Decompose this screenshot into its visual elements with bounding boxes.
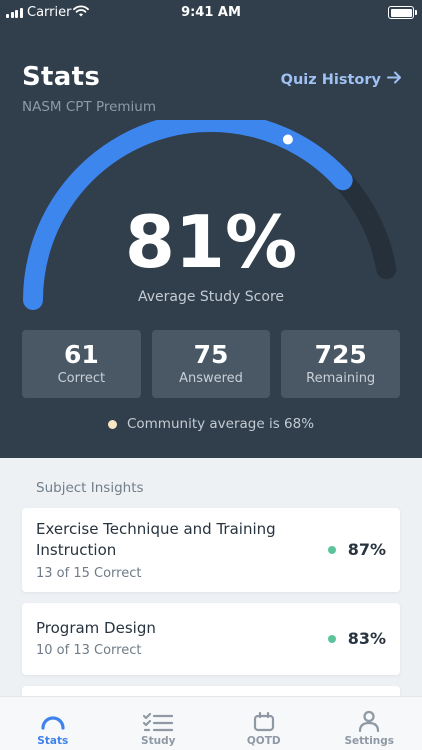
clock-time: 9:41 AM: [181, 5, 241, 20]
page-title: Stats: [22, 62, 101, 92]
arrow-right-icon: [387, 71, 402, 88]
subject-name: Program Design: [36, 619, 156, 637]
community-dot-icon: [107, 420, 117, 429]
stats-arc-icon: [0, 706, 106, 732]
community-average-marker: [282, 134, 293, 145]
stat-correct: 61 Correct: [22, 330, 141, 398]
subject-percent: 83%: [347, 629, 386, 648]
quiz-history-label: Quiz History: [280, 71, 381, 88]
stat-remaining: 725 Remaining: [281, 330, 401, 398]
subject-insight-card[interactable]: Exercise Technique and Training Instruct…: [22, 508, 400, 592]
subject-name-line: Exercise Technique and Training: [36, 520, 276, 538]
average-score-label: Average Study Score: [137, 289, 285, 305]
stat-label: Answered: [179, 371, 243, 387]
battery-icon: [388, 6, 417, 19]
stat-value: 61: [63, 340, 99, 369]
person-icon: [317, 706, 422, 732]
tab-settings[interactable]: Settings: [317, 697, 422, 750]
tab-bar: Stats Study QOTD Settings: [0, 696, 422, 750]
subject-correct-count: 13 of 15 Correct: [36, 566, 142, 581]
tab-study[interactable]: Study: [106, 697, 212, 750]
stat-value: 725: [314, 340, 367, 369]
stat-answered: 75 Answered: [151, 330, 271, 398]
tab-label: QOTD: [246, 735, 281, 747]
tab-label: Settings: [344, 735, 395, 747]
stat-label: Remaining: [306, 371, 376, 387]
subject-correct-count: 10 of 13 Correct: [36, 643, 142, 658]
tab-label: Study: [141, 735, 176, 747]
quiz-history-link[interactable]: Quiz History: [281, 71, 402, 88]
subject-name: Exercise Technique and Training Instruct…: [36, 519, 276, 561]
tab-qotd[interactable]: QOTD: [211, 697, 317, 750]
page-subtitle: NASM CPT Premium: [22, 99, 157, 115]
subject-percent: 87%: [347, 540, 386, 559]
status-dot-icon: [328, 546, 336, 554]
tab-label: Stats: [37, 735, 69, 747]
calendar-icon: [211, 706, 317, 732]
tab-stats[interactable]: Stats: [0, 697, 106, 750]
status-bar: Carrier 9:41 AM: [0, 0, 422, 26]
checklist-icon: [106, 706, 212, 732]
subject-insight-card[interactable]: Program Design 10 of 13 Correct 83%: [22, 603, 400, 675]
average-score-value: 81%: [124, 200, 298, 284]
community-average: Community average is 68%: [0, 416, 422, 432]
stats-header-panel: Carrier 9:41 AM Stats NASM CPT Premium Q…: [0, 0, 422, 458]
subject-name-line: Instruction: [36, 541, 117, 559]
status-dot-icon: [328, 635, 336, 643]
community-average-text: Community average is 68%: [126, 416, 315, 432]
subject-insights-heading: Subject Insights: [36, 480, 144, 496]
stat-value: 75: [193, 340, 229, 369]
stat-label: Correct: [57, 371, 106, 387]
stat-boxes: 61 Correct 75 Answered 725 Remaining: [22, 330, 401, 398]
